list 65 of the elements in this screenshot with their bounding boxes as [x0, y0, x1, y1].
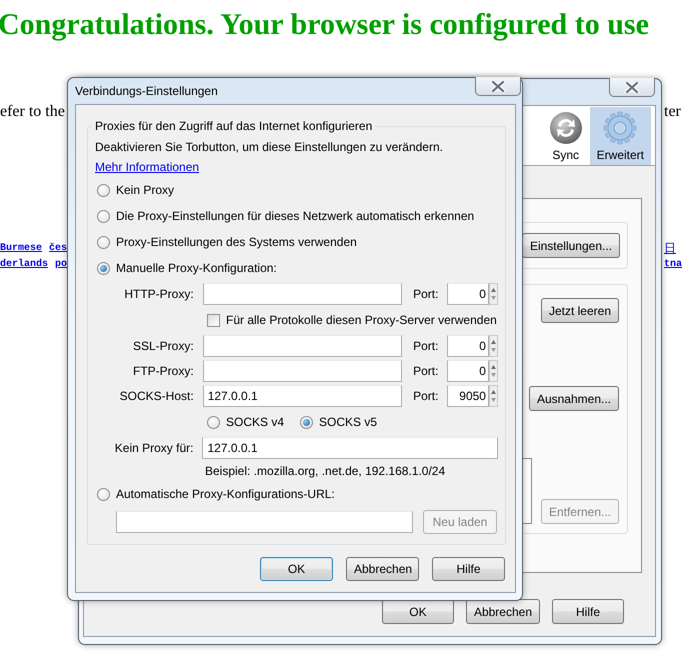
- sync-icon: [548, 111, 583, 145]
- field-label: SSL-Proxy:: [132, 338, 194, 352]
- clear-now-button[interactable]: Jetzt leeren: [540, 298, 619, 323]
- field-label: Kein Proxy für:: [114, 441, 194, 455]
- checkbox[interactable]: [207, 314, 220, 326]
- settings-button[interactable]: Einstellungen...: [522, 233, 620, 258]
- radio-button[interactable]: [97, 184, 110, 196]
- option-label[interactable]: SOCKS v4: [226, 415, 284, 429]
- host-field[interactable]: [202, 283, 402, 305]
- host-field[interactable]: 127.0.0.1: [202, 385, 402, 407]
- exceptions-button[interactable]: Ausnahmen...: [528, 386, 619, 411]
- ok-button[interactable]: OK: [382, 599, 454, 624]
- language-link[interactable]: 日: [664, 240, 676, 257]
- language-link[interactable]: po: [55, 259, 68, 270]
- option-label[interactable]: Manuelle Proxy-Konfiguration:: [116, 261, 277, 275]
- port-label: Port:: [413, 287, 440, 301]
- language-link[interactable]: Burmese: [0, 243, 42, 254]
- cancel-button[interactable]: Abbrechen: [346, 557, 419, 581]
- port-label: Port:: [413, 338, 440, 352]
- close-button[interactable]: [609, 78, 655, 97]
- option-label[interactable]: Automatische Proxy-Konfigurations-URL:: [116, 487, 335, 501]
- field-label: SOCKS-Host:: [118, 389, 194, 403]
- close-button[interactable]: [475, 77, 521, 96]
- radio-button[interactable]: [207, 416, 220, 428]
- radio-button[interactable]: [97, 236, 110, 248]
- radio-button[interactable]: [97, 210, 110, 222]
- group-title: Proxies für den Zugriff auf das Internet konfigurieren: [94, 118, 374, 134]
- option-label[interactable]: Proxy-Einstellungen des Systems verwenden: [116, 235, 357, 249]
- cancel-button[interactable]: Abbrechen: [466, 599, 540, 624]
- host-field[interactable]: [202, 334, 402, 356]
- port-field[interactable]: 0: [446, 360, 489, 382]
- field-label: HTTP-Proxy:: [123, 287, 194, 301]
- field-label: FTP-Proxy:: [132, 364, 194, 378]
- example-text: Beispiel: .mozilla.org, .net.de, 192.168.1.0/24: [205, 464, 446, 478]
- radio-button[interactable]: [300, 416, 314, 428]
- option-label[interactable]: Kein Proxy: [116, 183, 174, 197]
- window-title: Verbindungs-Einstellungen: [75, 84, 218, 98]
- notice-text: Deaktivieren Sie Torbutton, um diese Einstellungen zu verändern.: [95, 140, 443, 154]
- gear-icon: [603, 111, 638, 145]
- close-icon: [491, 80, 505, 92]
- page-text: efer to the: [0, 103, 65, 121]
- port-field[interactable]: 9050: [446, 385, 489, 407]
- radio-button[interactable]: [97, 262, 110, 274]
- toolbar-tab[interactable]: Sync: [542, 107, 590, 165]
- radio-button[interactable]: [97, 488, 110, 500]
- port-field[interactable]: 0: [446, 283, 489, 305]
- host-field[interactable]: [202, 360, 402, 382]
- option-label[interactable]: SOCKS v5: [319, 415, 378, 429]
- language-link[interactable]: čes: [49, 243, 68, 254]
- port-field[interactable]: 0: [446, 334, 489, 356]
- help-button[interactable]: Hilfe: [432, 557, 505, 581]
- port-label: Port:: [413, 389, 440, 403]
- more-info-link[interactable]: Mehr Informationen: [95, 160, 200, 174]
- option-label[interactable]: Die Proxy-Einstellungen für dieses Netzwerk automatisch erkennen: [116, 209, 474, 223]
- page-text: ter: [664, 103, 681, 121]
- url-field[interactable]: [116, 511, 413, 533]
- language-link[interactable]: tna: [664, 259, 682, 270]
- help-button[interactable]: Hilfe: [552, 599, 624, 624]
- checkbox-label[interactable]: Für alle Protokolle diesen Proxy-Server verwenden: [226, 313, 497, 327]
- language-link[interactable]: derlands: [0, 259, 48, 270]
- no-proxy-field[interactable]: 127.0.0.1: [202, 437, 498, 459]
- close-icon: [625, 82, 639, 92]
- ok-button[interactable]: OK: [260, 557, 333, 581]
- port-label: Port:: [413, 364, 440, 378]
- toolbar-tab[interactable]: Erweitert: [590, 107, 651, 165]
